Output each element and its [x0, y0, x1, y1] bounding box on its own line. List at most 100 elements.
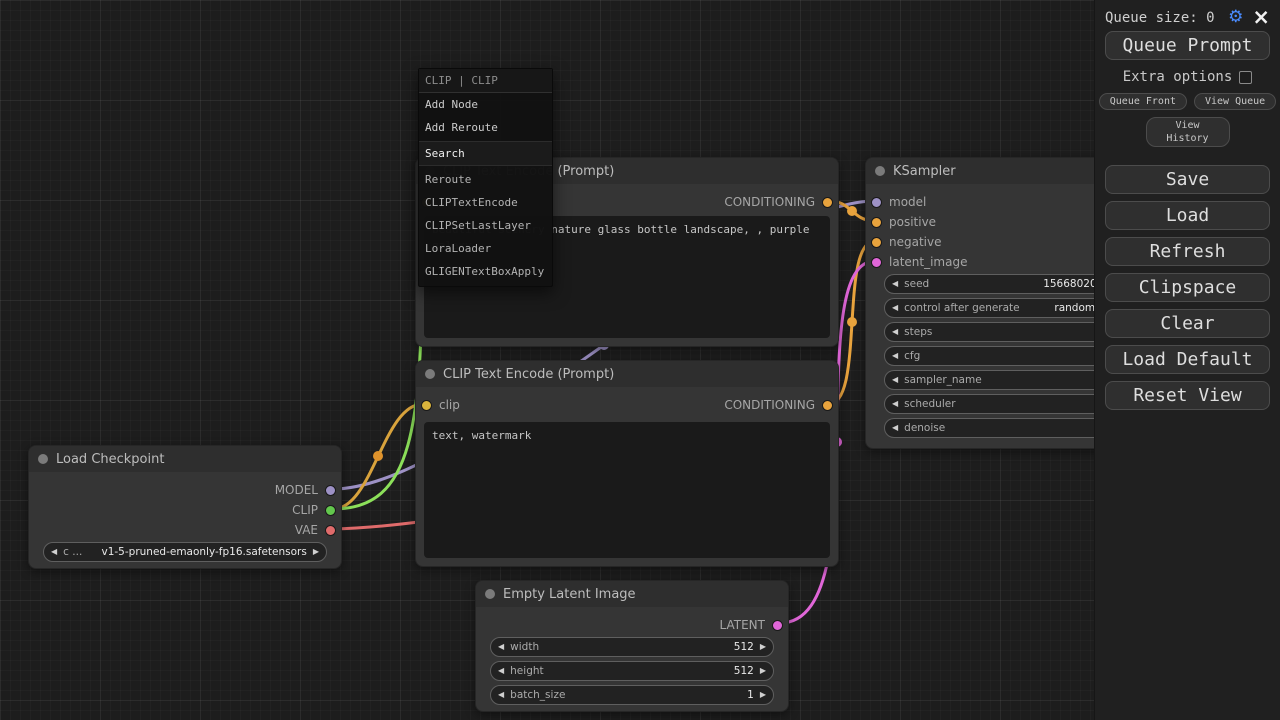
slot-dot-model[interactable] — [871, 197, 882, 208]
extra-options-checkbox[interactable] — [1239, 71, 1252, 84]
cfg-widget[interactable]: ◀ cfg — [884, 346, 1118, 366]
slot-dot-clip[interactable] — [421, 400, 432, 411]
slot-dot-conditioning[interactable] — [871, 237, 882, 248]
node-load-checkpoint[interactable]: Load Checkpoint MODEL CLIP VAE ◀ c ... v… — [28, 445, 342, 569]
input-slot-positive[interactable]: positive — [866, 212, 936, 232]
widget-label: width — [510, 641, 539, 653]
view-history-button[interactable]: View History — [1146, 117, 1230, 147]
denoise-widget[interactable]: ◀ denoise — [884, 418, 1118, 438]
batch-size-widget[interactable]: ◀ batch_size 1 ▶ — [490, 685, 774, 705]
ckpt-name-widget[interactable]: ◀ c ... v1-5-pruned-emaonly-fp16.safeten… — [43, 542, 327, 562]
node-titlebar[interactable]: Empty Latent Image — [476, 581, 788, 607]
increment-arrow-icon[interactable]: ▶ — [313, 548, 319, 556]
slot-dot-conditioning[interactable] — [822, 400, 833, 411]
scheduler-widget[interactable]: ◀ scheduler — [884, 394, 1118, 414]
load-default-button[interactable]: Load Default — [1105, 345, 1270, 374]
menu-item-add-node[interactable]: Add Node — [419, 93, 552, 116]
decrement-arrow-icon[interactable]: ◀ — [892, 304, 898, 312]
reset-view-button[interactable]: Reset View — [1105, 381, 1270, 410]
view-queue-button[interactable]: View Queue — [1194, 93, 1276, 110]
decrement-arrow-icon[interactable]: ◀ — [892, 424, 898, 432]
menu-item-gligentextboxapply[interactable]: GLIGENTextBoxApply — [419, 260, 552, 283]
increment-arrow-icon[interactable]: ▶ — [760, 643, 766, 651]
seed-widget[interactable]: ◀ seed 1566802087 — [884, 274, 1118, 294]
widget-value: 512 — [734, 641, 754, 653]
input-slot-model[interactable]: model — [866, 192, 926, 212]
slot-label: clip — [439, 398, 460, 412]
slot-label: CONDITIONING — [724, 195, 815, 209]
increment-arrow-icon[interactable]: ▶ — [760, 667, 766, 675]
menu-search-input[interactable]: Search — [419, 141, 552, 166]
output-slot-conditioning[interactable]: CONDITIONING — [724, 192, 838, 212]
width-widget[interactable]: ◀ width 512 ▶ — [490, 637, 774, 657]
slot-dot-conditioning[interactable] — [822, 197, 833, 208]
decrement-arrow-icon[interactable]: ◀ — [498, 667, 504, 675]
slot-dot-latent[interactable] — [871, 257, 882, 268]
output-slot-vae[interactable]: VAE — [295, 520, 341, 540]
slot-dot-latent[interactable] — [772, 620, 783, 631]
widget-label: control after generate — [904, 302, 1019, 314]
sampler-name-widget[interactable]: ◀ sampler_name — [884, 370, 1118, 390]
decrement-arrow-icon[interactable]: ◀ — [892, 400, 898, 408]
output-slot-latent[interactable]: LATENT — [720, 615, 788, 635]
load-button[interactable]: Load — [1105, 201, 1270, 230]
node-title: Load Checkpoint — [56, 452, 164, 467]
control-after-generate-widget[interactable]: ◀ control after generate randomize — [884, 298, 1118, 318]
decrement-arrow-icon[interactable]: ◀ — [51, 548, 57, 556]
output-slot-model[interactable]: MODEL — [275, 480, 341, 500]
decrement-arrow-icon[interactable]: ◀ — [498, 643, 504, 651]
link-midpoint-dot[interactable] — [847, 317, 857, 327]
output-slot-conditioning[interactable]: CONDITIONING — [724, 395, 838, 415]
widget-label: height — [510, 665, 543, 677]
clear-button[interactable]: Clear — [1105, 309, 1270, 338]
link-midpoint-dot[interactable] — [373, 451, 383, 461]
input-slot-clip[interactable]: clip — [416, 395, 460, 415]
close-menu-icon[interactable]: × — [1252, 9, 1270, 26]
collapse-dot-icon[interactable] — [38, 454, 48, 464]
increment-arrow-icon[interactable]: ▶ — [760, 691, 766, 699]
node-empty-latent-image[interactable]: Empty Latent Image LATENT ◀ width 512 ▶ … — [475, 580, 789, 712]
decrement-arrow-icon[interactable]: ◀ — [892, 376, 898, 384]
slot-label: model — [889, 195, 926, 209]
collapse-dot-icon[interactable] — [485, 589, 495, 599]
widget-value: 512 — [734, 665, 754, 677]
menu-item-reroute[interactable]: Reroute — [419, 168, 552, 191]
input-slot-negative[interactable]: negative — [866, 232, 941, 252]
settings-gear-icon[interactable]: ⚙ — [1228, 9, 1243, 26]
menu-header: Queue size: 0 ⚙ × — [1095, 0, 1280, 31]
input-slot-latent-image[interactable]: latent_image — [866, 252, 967, 272]
decrement-arrow-icon[interactable]: ◀ — [892, 352, 898, 360]
queue-front-button[interactable]: Queue Front — [1099, 93, 1187, 110]
graph-canvas[interactable]: Load Checkpoint MODEL CLIP VAE ◀ c ... v… — [0, 0, 1280, 720]
node-clip-text-encode-2[interactable]: CLIP Text Encode (Prompt) clip CONDITION… — [415, 360, 839, 567]
height-widget[interactable]: ◀ height 512 ▶ — [490, 661, 774, 681]
decrement-arrow-icon[interactable]: ◀ — [498, 691, 504, 699]
add-node-context-menu: CLIP | CLIP Add Node Add Reroute Search … — [418, 68, 553, 287]
widget-label: cfg — [904, 350, 920, 362]
node-titlebar[interactable]: CLIP Text Encode (Prompt) — [416, 361, 838, 387]
slot-dot-conditioning[interactable] — [871, 217, 882, 228]
save-button[interactable]: Save — [1105, 165, 1270, 194]
slot-dot-clip[interactable] — [325, 505, 336, 516]
slot-dot-vae[interactable] — [325, 525, 336, 536]
steps-widget[interactable]: ◀ steps — [884, 322, 1118, 342]
prompt-textarea[interactable]: text, watermark — [424, 422, 830, 558]
menu-item-add-reroute[interactable]: Add Reroute — [419, 116, 552, 139]
menu-item-clipsetlastlayer[interactable]: CLIPSetLastLayer — [419, 214, 552, 237]
collapse-dot-icon[interactable] — [425, 369, 435, 379]
link-midpoint-dot[interactable] — [847, 206, 857, 216]
context-menu-title: CLIP | CLIP — [419, 69, 552, 93]
queue-prompt-button[interactable]: Queue Prompt — [1105, 31, 1270, 60]
widget-label: c ... — [63, 546, 82, 558]
slot-dot-model[interactable] — [325, 485, 336, 496]
output-slot-clip[interactable]: CLIP — [292, 500, 341, 520]
menu-item-cliptextencode[interactable]: CLIPTextEncode — [419, 191, 552, 214]
menu-item-loraloader[interactable]: LoraLoader — [419, 237, 552, 260]
node-titlebar[interactable]: Load Checkpoint — [29, 446, 341, 472]
collapse-dot-icon[interactable] — [875, 166, 885, 176]
decrement-arrow-icon[interactable]: ◀ — [892, 328, 898, 336]
clipspace-button[interactable]: Clipspace — [1105, 273, 1270, 302]
decrement-arrow-icon[interactable]: ◀ — [892, 280, 898, 288]
queue-actions-row: Queue Front View Queue — [1095, 93, 1280, 110]
refresh-button[interactable]: Refresh — [1105, 237, 1270, 266]
